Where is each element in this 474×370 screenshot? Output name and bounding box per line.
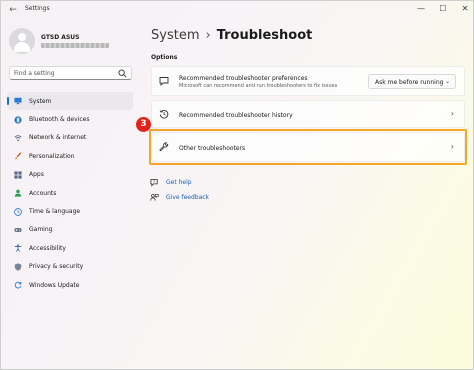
update-icon [14, 281, 22, 289]
help-chat-icon: ? [150, 178, 158, 187]
sidebar-item-bluetooth[interactable]: Bluetooth & devices [7, 110, 133, 128]
network-icon [14, 135, 22, 142]
user-email-redacted [41, 43, 109, 48]
search-box[interactable] [9, 66, 132, 80]
chat-bubble-icon [159, 77, 169, 86]
app-title: Settings [25, 5, 50, 12]
card-troubleshooter-preferences: Recommended troubleshooter preferences M… [151, 66, 465, 96]
breadcrumb-root[interactable]: System [151, 28, 199, 43]
maximize-button[interactable]: ☐ [432, 2, 454, 16]
sidebar-item-gaming[interactable]: Gaming [7, 221, 133, 239]
card-title: Recommended troubleshooter history [179, 112, 293, 119]
minimize-button[interactable]: — [410, 2, 432, 16]
person-icon [14, 189, 22, 197]
globe-clock-icon [14, 207, 22, 216]
give-feedback-label: Give feedback [166, 194, 210, 201]
sidebar-item-windows-update[interactable]: Windows Update [7, 276, 133, 294]
user-name: GTSD ASUS [41, 34, 80, 41]
close-button[interactable]: ✕ [454, 2, 473, 16]
sidebar-item-label: Apps [29, 171, 44, 179]
get-help-link[interactable]: ? Get help [150, 178, 192, 187]
gamepad-icon [14, 227, 22, 232]
sidebar-item-label: Gaming [29, 226, 53, 234]
sidebar-item-label: System [29, 97, 52, 105]
avatar[interactable] [9, 28, 35, 54]
sidebar-item-network[interactable]: Network & internet [7, 129, 133, 147]
annotation-step-badge: 3 [136, 117, 151, 132]
chevron-down-icon: ⌄ [444, 78, 450, 85]
sidebar-item-label: Accessibility [29, 244, 66, 252]
svg-text:?: ? [153, 179, 155, 184]
monitor-icon [14, 97, 22, 105]
shield-icon [14, 263, 22, 271]
avatar-head [18, 33, 26, 41]
chevron-right-icon: › [450, 109, 454, 118]
card-subtitle: Microsoft can recommend and run troubles… [179, 83, 338, 89]
get-help-label: Get help [166, 179, 192, 186]
annotation-highlight-box [149, 129, 467, 165]
search-input[interactable] [14, 68, 114, 79]
sidebar-nav: System Bluetooth & devices Network & int… [7, 92, 133, 294]
sidebar-item-label: Network & internet [29, 134, 87, 142]
sidebar-item-accounts[interactable]: Accounts [7, 184, 133, 202]
bluetooth-icon [14, 115, 22, 124]
brush-icon [14, 152, 22, 160]
sidebar-item-label: Accounts [29, 189, 57, 197]
give-feedback-link[interactable]: Give feedback [150, 193, 209, 202]
card-troubleshooter-history[interactable]: Recommended troubleshooter history › [151, 100, 465, 128]
back-button[interactable]: ← [7, 4, 19, 16]
sidebar-item-label: Privacy & security [29, 263, 84, 271]
sidebar-item-label: Time & language [29, 208, 81, 216]
settings-window: ← Settings — ☐ ✕ GTSD ASUS System [0, 0, 474, 370]
troubleshooter-preference-dropdown[interactable]: Ask me before running ⌄ [368, 74, 456, 89]
sidebar-item-time-language[interactable]: Time & language [7, 202, 133, 220]
sidebar-item-apps[interactable]: Apps [7, 166, 133, 184]
card-title: Recommended troubleshooter preferences [179, 75, 308, 82]
sidebar-item-accessibility[interactable]: Accessibility [7, 239, 133, 257]
section-title-options: Options [151, 54, 178, 61]
sidebar-item-label: Windows Update [29, 281, 80, 289]
sidebar-item-label: Bluetooth & devices [29, 116, 90, 124]
breadcrumb: System › Troubleshoot [151, 28, 312, 43]
breadcrumb-separator: › [205, 28, 211, 43]
sidebar-item-label: Personalization [29, 152, 75, 160]
sidebar-item-personalization[interactable]: Personalization [7, 147, 133, 165]
dropdown-selected-value: Ask me before running [375, 79, 444, 86]
title-bar: ← Settings — ☐ ✕ [1, 1, 473, 19]
feedback-icon [150, 193, 159, 201]
page-title: Troubleshoot [216, 28, 313, 43]
apps-icon [14, 171, 22, 179]
avatar-body [14, 42, 30, 52]
history-icon [159, 110, 169, 119]
sidebar-item-system[interactable]: System [7, 92, 133, 111]
accessibility-icon [14, 244, 22, 253]
search-icon[interactable] [118, 69, 127, 78]
sidebar-item-privacy-security[interactable]: Privacy & security [7, 258, 133, 276]
